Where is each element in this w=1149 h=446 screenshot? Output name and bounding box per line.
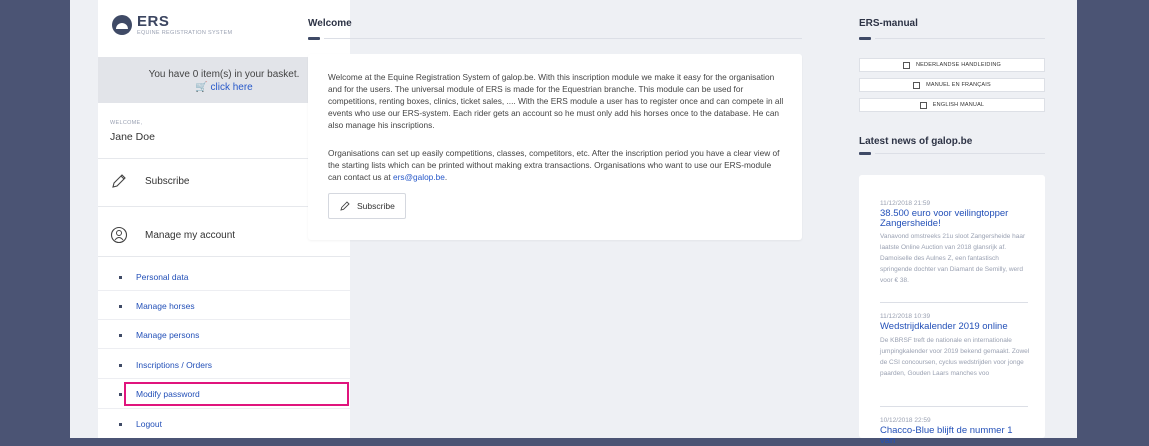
news-excerpt: De KBRSF treft de nationale en internati… (880, 337, 1030, 377)
subscribe-label: Subscribe (145, 175, 190, 187)
pencil-icon (339, 200, 351, 212)
news-date: 11/12/2018 21:59 (880, 200, 931, 207)
manual-fr-button[interactable]: MANUEL EN FRANÇAIS (859, 78, 1045, 92)
sidebar-item-inscriptions[interactable]: Inscriptions / Orders (118, 360, 212, 370)
manual-en-button[interactable]: ENGLISH MANUAL (859, 98, 1045, 112)
manual-nl-label: NEDERLANDSE HANDLEIDING (916, 62, 1001, 68)
divider (98, 408, 350, 409)
title-accent (859, 37, 871, 40)
divider (98, 378, 350, 379)
news-excerpt: Vanavond omstreeks 21u sloot Zangersheid… (880, 233, 1026, 284)
user-circle-icon (110, 226, 128, 244)
manage-account-label: Manage my account (145, 229, 236, 241)
pencil-icon (110, 172, 128, 190)
ers-logo[interactable]: ERS EQUINE REGISTRATION SYSTEM (112, 10, 232, 40)
divider (98, 256, 350, 257)
sidebar-item-manage-persons[interactable]: Manage persons (118, 330, 199, 340)
welcome-paragraph-2: Organisations can set up easily competit… (328, 148, 780, 182)
news-date: 11/12/2018 10:39 (880, 313, 931, 320)
horse-logo-icon (112, 15, 132, 35)
title-rule (875, 38, 1045, 39)
divider (98, 290, 350, 291)
subscribe-button-label: Subscribe (357, 201, 395, 211)
page: ERS EQUINE REGISTRATION SYSTEM You have … (70, 0, 1077, 446)
news-title-link[interactable]: 38.500 euro voor veilingtopper Zangershe… (880, 209, 1030, 229)
logo-subtitle: EQUINE REGISTRATION SYSTEM (137, 29, 233, 36)
user-name: Jane Doe (110, 131, 155, 143)
contact-email-link[interactable]: ers@galop.be (393, 172, 445, 182)
page-title: Welcome (308, 18, 352, 29)
manual-en-label: ENGLISH MANUAL (932, 102, 985, 108)
book-icon (913, 81, 921, 89)
title-accent (308, 37, 320, 40)
welcome-card: Welcome at the Equine Registration Syste… (308, 54, 802, 240)
manual-title: ERS-manual (859, 18, 918, 29)
highlight-box (124, 382, 349, 406)
news-title-link[interactable]: Wedstrijdkalender 2019 online (880, 322, 1030, 332)
manual-nl-button[interactable]: NEDERLANDSE HANDLEIDING (859, 58, 1045, 72)
logo-title: ERS (137, 12, 170, 30)
subscribe-button[interactable]: Subscribe (328, 193, 406, 219)
welcome-paragraph-1: Welcome at the Equine Registration Syste… (328, 72, 784, 130)
news-panel: 11/12/2018 21:59 38.500 euro voor veilin… (859, 175, 1045, 446)
divider (880, 302, 1028, 303)
book-icon (903, 61, 910, 69)
divider (98, 348, 350, 349)
news-title-link[interactable]: Chacco-Blue blijft de nummer 1 van (880, 426, 1030, 446)
sidebar-item-subscribe[interactable]: Subscribe (110, 169, 189, 193)
sidebar-item-personal-data[interactable]: Personal data (118, 272, 188, 282)
manual-fr-label: MANUEL EN FRANÇAIS (926, 82, 991, 88)
divider (98, 319, 350, 320)
welcome-label: WELCOME, (110, 120, 143, 126)
title-rule (875, 153, 1045, 154)
book-icon (919, 101, 927, 109)
news-title: Latest news of galop.be (859, 136, 973, 147)
sidebar-item-manage-account[interactable]: Manage my account (110, 223, 235, 247)
title-accent (859, 152, 871, 155)
title-rule (324, 38, 802, 39)
news-date: 10/12/2018 22:59 (880, 417, 931, 424)
divider (880, 406, 1028, 407)
sidebar-item-logout[interactable]: Logout (119, 419, 162, 429)
sidebar-item-manage-horses[interactable]: Manage horses (119, 301, 195, 311)
